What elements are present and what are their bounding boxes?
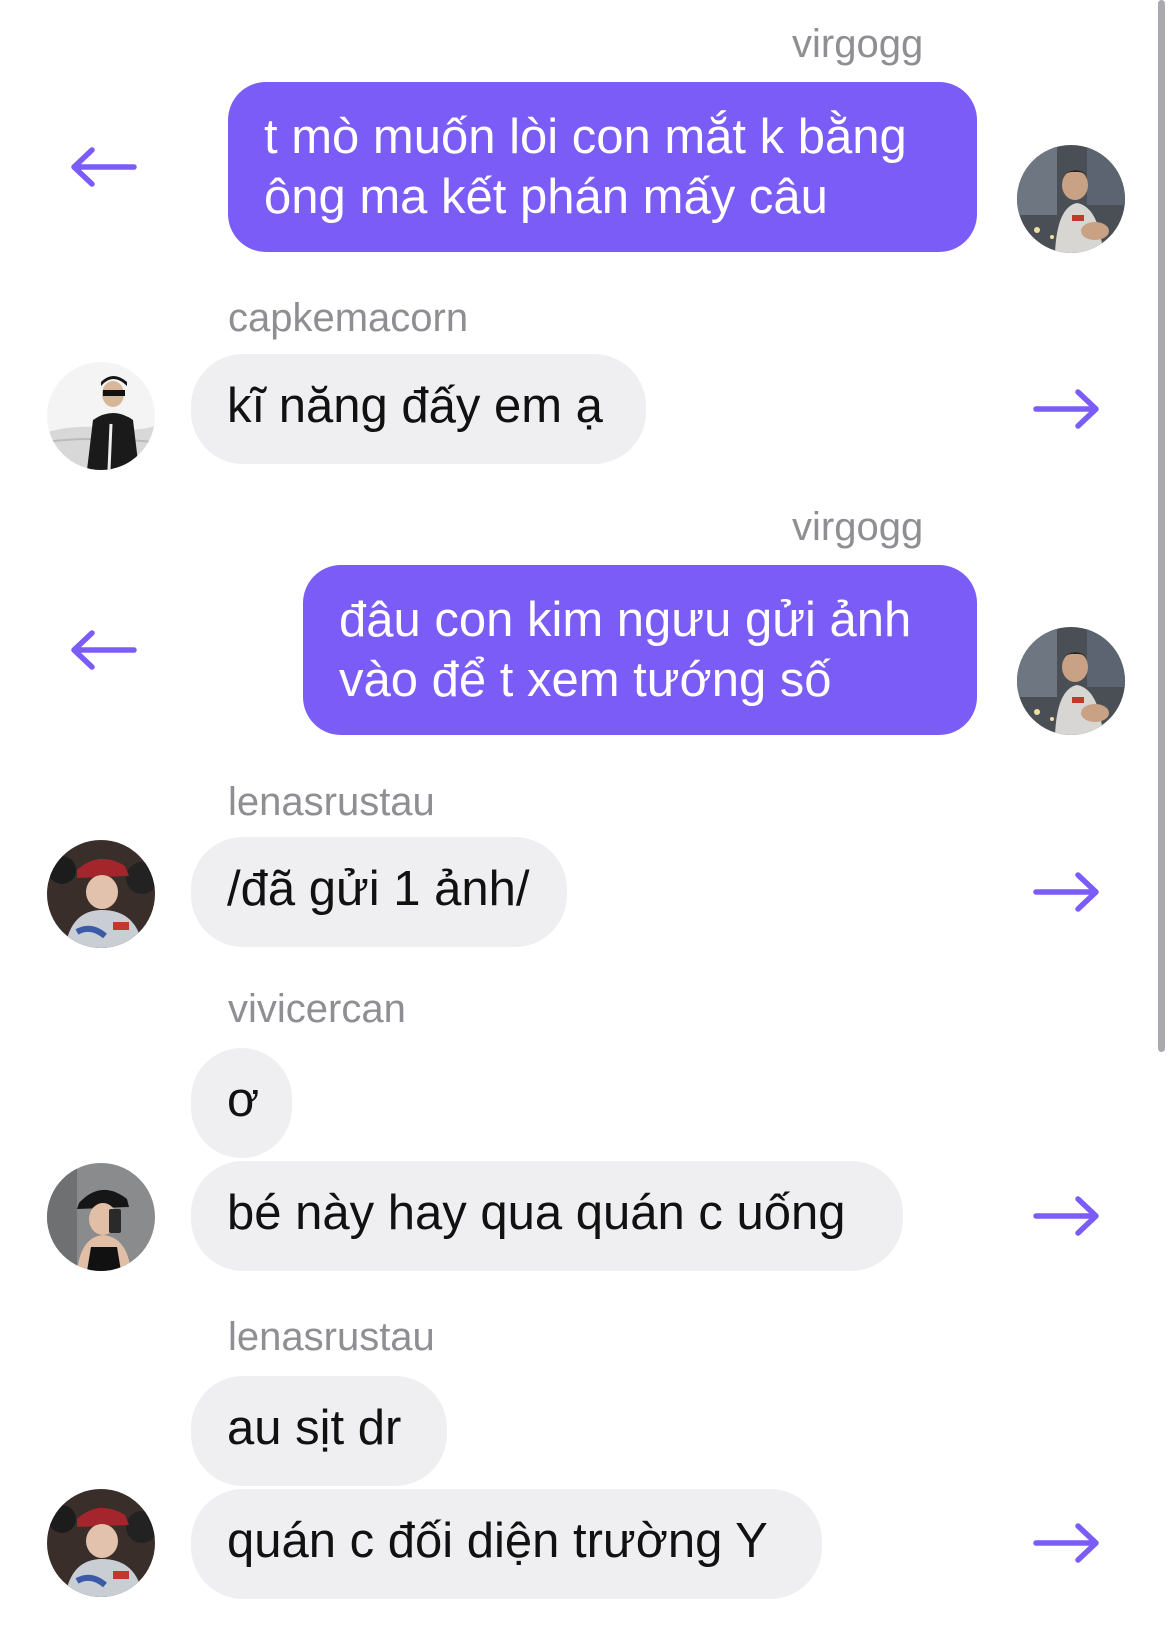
message-bubble[interactable]: t mò muốn lòi con mắt k bằng ông ma kết …: [228, 82, 977, 252]
message-text: au sịt dr: [227, 1401, 402, 1455]
message-text: đâu con kim ngưu gửi ảnh vào để t xem tư…: [339, 593, 912, 707]
message-text: quán c đối diện trường Y: [227, 1514, 768, 1568]
message-text: kĩ năng đấy em ạ: [227, 379, 603, 433]
sender-name: virgogg: [792, 505, 924, 549]
sender-name: capkemacorn: [228, 296, 469, 340]
message-bubble[interactable]: quán c đối diện trường Y: [191, 1489, 822, 1599]
message-bubble[interactable]: au sịt dr: [191, 1376, 447, 1486]
avatar[interactable]: [47, 840, 155, 948]
avatar[interactable]: [47, 362, 155, 470]
message-text: /đã gửi 1 ảnh/: [227, 862, 530, 916]
arrow-right-icon[interactable]: [1032, 1194, 1102, 1238]
arrow-right-icon[interactable]: [1032, 870, 1102, 914]
message-bubble[interactable]: ơ: [191, 1048, 292, 1158]
sender-name: lenasrustau: [228, 1315, 435, 1359]
message-bubble[interactable]: kĩ năng đấy em ạ: [191, 354, 646, 464]
avatar[interactable]: [1017, 627, 1125, 735]
message-text: t mò muốn lòi con mắt k bằng ông ma kết …: [264, 110, 907, 224]
avatar[interactable]: [1017, 145, 1125, 253]
avatar[interactable]: [47, 1163, 155, 1271]
sender-name: virgogg: [792, 22, 924, 66]
message-bubble[interactable]: đâu con kim ngưu gửi ảnh vào để t xem tư…: [303, 565, 977, 735]
scrollbar[interactable]: [1158, 0, 1165, 1052]
message-text: ơ: [227, 1073, 260, 1127]
sender-name: lenasrustau: [228, 780, 435, 824]
avatar[interactable]: [47, 1489, 155, 1597]
arrow-left-icon[interactable]: [68, 628, 138, 672]
arrow-left-icon[interactable]: [68, 145, 138, 189]
sender-name: vivicercan: [228, 987, 406, 1031]
message-bubble[interactable]: bé này hay qua quán c uống: [191, 1161, 903, 1271]
arrow-right-icon[interactable]: [1032, 387, 1102, 431]
message-text: bé này hay qua quán c uống: [227, 1186, 846, 1240]
arrow-right-icon[interactable]: [1032, 1521, 1102, 1565]
message-bubble[interactable]: /đã gửi 1 ảnh/: [191, 837, 567, 947]
